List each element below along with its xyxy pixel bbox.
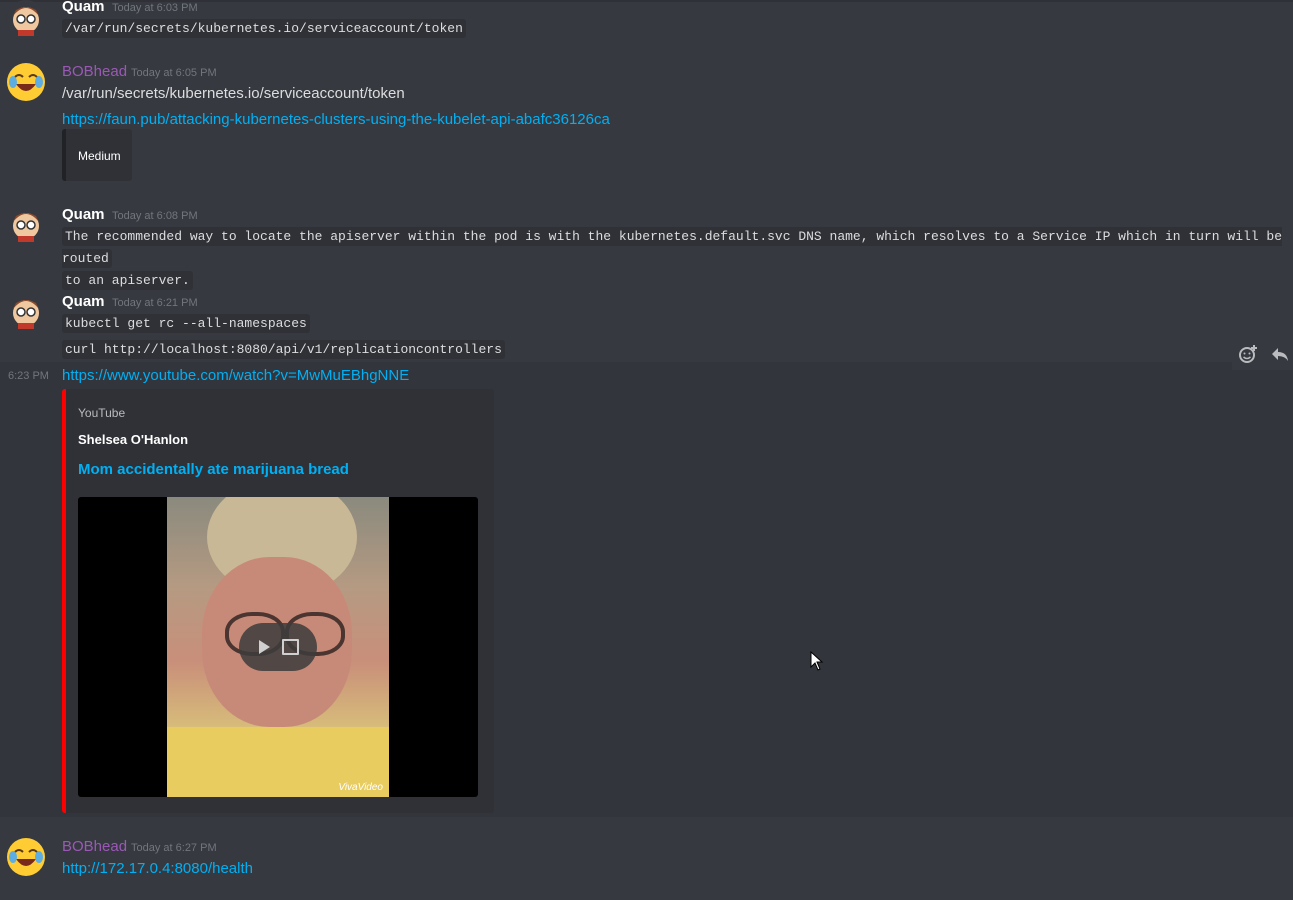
timestamp: Today at 6:03 PM [112, 2, 198, 14]
open-external-icon[interactable] [282, 639, 299, 655]
avatar[interactable] [6, 0, 46, 40]
timestamp: Today at 6:21 PM [112, 297, 198, 309]
timestamp: Today at 6:05 PM [131, 67, 217, 79]
inline-code: kubectl get rc --all-namespaces [62, 314, 310, 333]
play-icon[interactable] [259, 640, 270, 654]
add-reaction-icon[interactable] [1237, 344, 1259, 364]
reply-icon[interactable] [1269, 344, 1291, 364]
username[interactable]: BOBhead [62, 63, 127, 80]
avatar[interactable] [6, 837, 46, 877]
inline-code: curl http://localhost:8080/api/v1/replic… [62, 340, 505, 359]
message-actions [1232, 338, 1293, 370]
timestamp: 6:23 PM [8, 370, 49, 382]
video-thumbnail[interactable]: VivaVideo [78, 497, 478, 797]
timestamp: Today at 6:08 PM [112, 210, 198, 222]
inline-code: The recommended way to locate the apiser… [62, 227, 1282, 268]
link-embed: Medium [62, 129, 132, 181]
embed-title: Medium [78, 149, 121, 163]
inline-code: to an apiserver. [62, 271, 193, 290]
message-text: /var/run/secrets/kubernetes.io/serviceac… [62, 85, 405, 102]
message-link[interactable]: https://www.youtube.com/watch?v=MwMuEBhg… [62, 367, 409, 384]
play-controls[interactable] [239, 623, 317, 671]
inline-code: /var/run/secrets/kubernetes.io/serviceac… [62, 19, 466, 38]
embed-author[interactable]: Shelsea O'Hanlon [78, 432, 188, 447]
avatar[interactable] [6, 206, 46, 246]
username[interactable]: BOBhead [62, 838, 127, 855]
embed-provider: YouTube [78, 406, 126, 420]
youtube-embed: YouTube Shelsea O'Hanlon Mom accidentall… [62, 389, 494, 813]
avatar[interactable] [6, 62, 46, 102]
username[interactable]: Quam [62, 206, 105, 223]
video-watermark: VivaVideo [338, 782, 383, 793]
embed-title-link[interactable]: Mom accidentally ate marijuana bread [78, 461, 349, 478]
message-link[interactable]: https://faun.pub/attacking-kubernetes-cl… [62, 111, 610, 128]
inline-code-block: The recommended way to locate the apiser… [62, 226, 1290, 292]
username[interactable]: Quam [62, 293, 105, 310]
avatar[interactable] [6, 293, 46, 333]
timestamp: Today at 6:27 PM [131, 842, 217, 854]
message-link[interactable]: http://172.17.0.4:8080/health [62, 860, 253, 877]
username[interactable]: Quam [62, 0, 105, 15]
